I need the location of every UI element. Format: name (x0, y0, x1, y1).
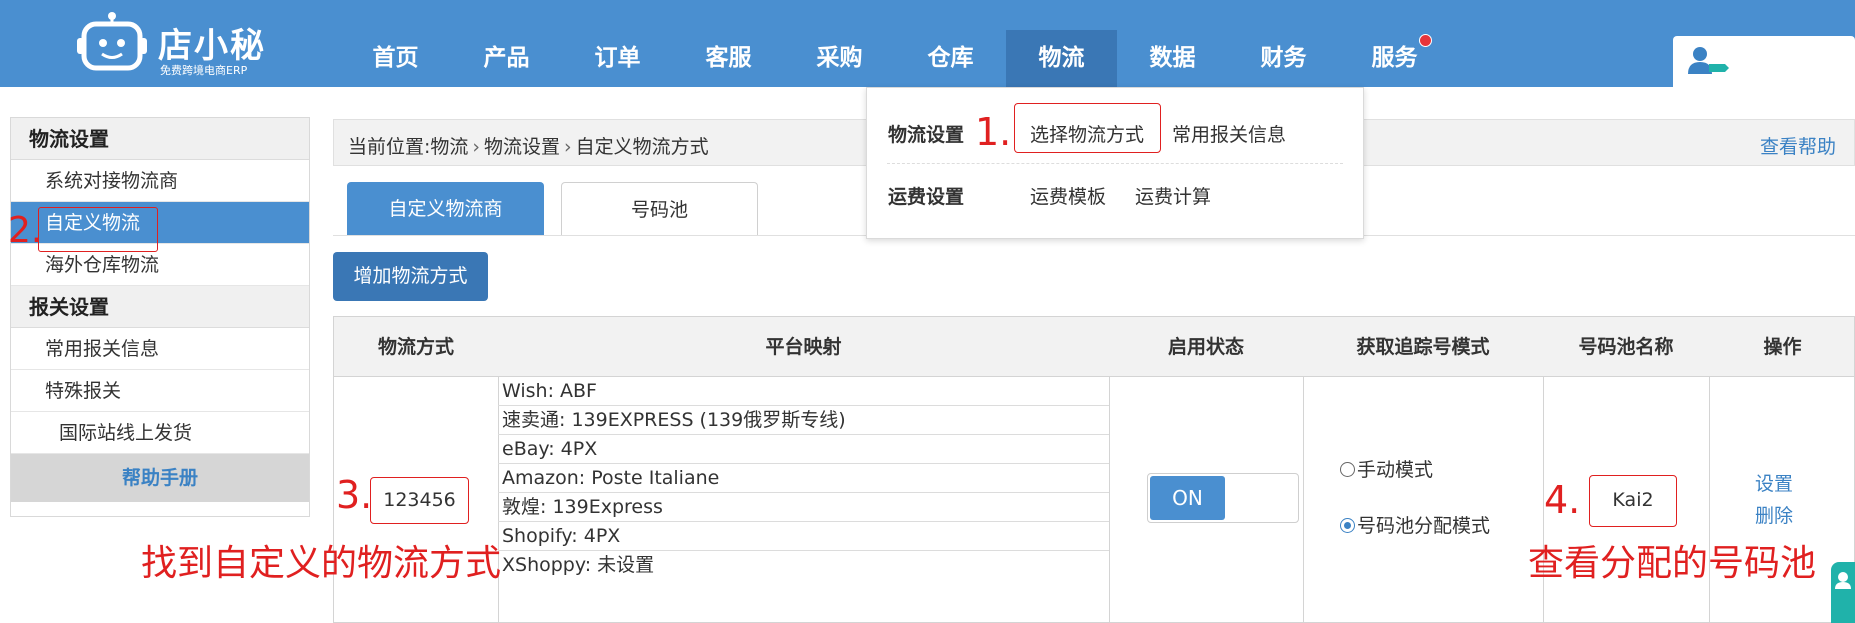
mode-pool-label: 号码池分配模式 (1357, 515, 1491, 537)
platform-mapping-dhgate: 敦煌: 139Express (498, 493, 1109, 522)
sidebar-item-common-customs[interactable]: 常用报关信息 (11, 328, 309, 370)
breadcrumb: 当前位置:物流 › 物流设置 › 自定义物流方式 (348, 132, 709, 159)
breadcrumb-level-2[interactable]: 物流设置 (484, 136, 560, 158)
nav-item-services[interactable]: 服务 (1339, 0, 1450, 87)
platform-mapping-xshoppy: XShoppy: 未设置 (502, 554, 655, 576)
mode-manual-label: 手动模式 (1357, 459, 1434, 481)
annotation-step-4: 4. (1544, 478, 1581, 522)
tab-number-pool[interactable]: 号码池 (561, 182, 758, 236)
top-header: 店小秘 免费跨境电商ERP 首页 产品 订单 客服 采购 仓库 物流 数据 财务… (0, 0, 1855, 89)
view-help-link[interactable]: 查看帮助 (1760, 132, 1836, 159)
mode-pool-radio[interactable]: 号码池分配模式 (1340, 511, 1490, 538)
column-header-method: 物流方式 (377, 336, 454, 358)
breadcrumb-level-3: 自定义物流方式 (575, 136, 709, 158)
user-card-icon (1688, 47, 1729, 74)
logistics-method-name: 123456 (370, 477, 469, 524)
dropdown-divider (887, 163, 1343, 164)
platform-mapping-shopify: Shopify: 4PX (498, 522, 1109, 551)
breadcrumb-level-1[interactable]: 物流 (430, 136, 468, 158)
sidebar-item-system-carriers[interactable]: 系统对接物流商 (11, 160, 309, 202)
platform-mapping-amazon: Amazon: Poste Italiane (498, 464, 1109, 493)
column-divider (1303, 377, 1304, 623)
status-toggle[interactable]: ON (1147, 473, 1299, 523)
radio-unchecked-icon (1340, 462, 1355, 477)
breadcrumb-separator-icon: › (564, 136, 572, 158)
dropdown-group-freight-settings: 运费设置 (888, 186, 965, 208)
user-menu[interactable] (1673, 36, 1855, 87)
settings-link[interactable]: 设置 (1734, 469, 1814, 496)
delete-link[interactable]: 删除 (1734, 501, 1814, 528)
nav-item-orders[interactable]: 订单 (562, 0, 673, 87)
nav-item-services-label: 服务 (1371, 45, 1418, 71)
nav-item-products[interactable]: 产品 (451, 0, 562, 87)
column-header-status: 启用状态 (1167, 336, 1244, 358)
breadcrumb-separator-icon: › (472, 136, 481, 158)
column-header-actions: 操作 (1763, 336, 1802, 358)
platform-mapping-aliexpress: 速卖通: 139EXPRESS (139俄罗斯专线) (498, 406, 1109, 435)
sidebar-group-logistics-settings: 物流设置 (11, 118, 309, 160)
dropdown-link-freight-template[interactable]: 运费模板 (1030, 182, 1106, 209)
dropdown-link-common-customs[interactable]: 常用报关信息 (1172, 120, 1286, 147)
robot-logo-icon (77, 12, 147, 71)
logistics-dropdown-menu: 物流设置 选择物流方式 常用报关信息 运费设置 运费模板 运费计算 (866, 87, 1364, 239)
main-nav: 首页 产品 订单 客服 采购 仓库 物流 数据 财务 服务 (340, 0, 1450, 89)
table-header: 物流方式 平台映射 启用状态 获取追踪号模式 号码池名称 操作 (334, 317, 1854, 377)
status-toggle-on-label: ON (1150, 476, 1225, 520)
pool-name-value: Kai2 (1589, 475, 1677, 527)
nav-item-purchasing[interactable]: 采购 (784, 0, 895, 87)
logo-text: 店小秘 (158, 26, 266, 66)
dropdown-link-select-method[interactable]: 选择物流方式 (1030, 120, 1144, 147)
annotation-caption-find-method: 找到自定义的物流方式 (141, 543, 502, 584)
sidebar-item-intl-online-shipping[interactable]: 国际站线上发货 (11, 412, 309, 454)
annotation-step-3: 3. (336, 473, 373, 517)
column-header-tracking-mode: 获取追踪号模式 (1356, 336, 1490, 358)
nav-item-home[interactable]: 首页 (340, 0, 451, 87)
tab-custom-carriers[interactable]: 自定义物流商 (347, 182, 544, 236)
sidebar: 物流设置 系统对接物流商 自定义物流 海外仓库物流 报关设置 常用报关信息 特殊… (10, 117, 310, 517)
nav-item-data[interactable]: 数据 (1117, 0, 1228, 87)
column-divider (1109, 377, 1110, 623)
platform-mapping-ebay: eBay: 4PX (498, 435, 1109, 464)
column-header-pool-name: 号码池名称 (1578, 336, 1674, 358)
logo[interactable]: 店小秘 免费跨境电商ERP (70, 10, 270, 77)
logo-subtitle: 免费跨境电商ERP (160, 64, 248, 77)
column-divider (1709, 377, 1710, 623)
floating-help-widget[interactable] (1831, 562, 1855, 623)
notification-dot (1419, 34, 1432, 47)
radio-checked-icon (1340, 518, 1355, 533)
mode-manual-radio[interactable]: 手动模式 (1340, 455, 1433, 482)
add-logistics-method-button[interactable]: 增加物流方式 (333, 252, 488, 301)
annotation-caption-view-pool: 查看分配的号码池 (1528, 543, 1817, 584)
breadcrumb-prefix: 当前位置: (348, 136, 431, 158)
annotation-step-1: 1. (975, 110, 1012, 154)
annotation-highlight-box (38, 207, 158, 252)
chat-icon (1835, 572, 1851, 589)
nav-item-finance[interactable]: 财务 (1228, 0, 1339, 87)
dropdown-group-logistics-settings: 物流设置 (888, 124, 965, 146)
dropdown-link-freight-calc[interactable]: 运费计算 (1135, 182, 1211, 209)
column-header-mapping: 平台映射 (765, 336, 842, 358)
nav-item-warehouse[interactable]: 仓库 (895, 0, 1006, 87)
nav-item-logistics[interactable]: 物流 (1006, 30, 1117, 89)
platform-mapping-wish: Wish: ABF (498, 377, 1109, 406)
sidebar-item-special-customs[interactable]: 特殊报关 (11, 370, 309, 412)
sidebar-group-customs-settings: 报关设置 (11, 286, 309, 328)
nav-item-customer-service[interactable]: 客服 (673, 0, 784, 87)
help-manual-button[interactable]: 帮助手册 (11, 454, 309, 502)
